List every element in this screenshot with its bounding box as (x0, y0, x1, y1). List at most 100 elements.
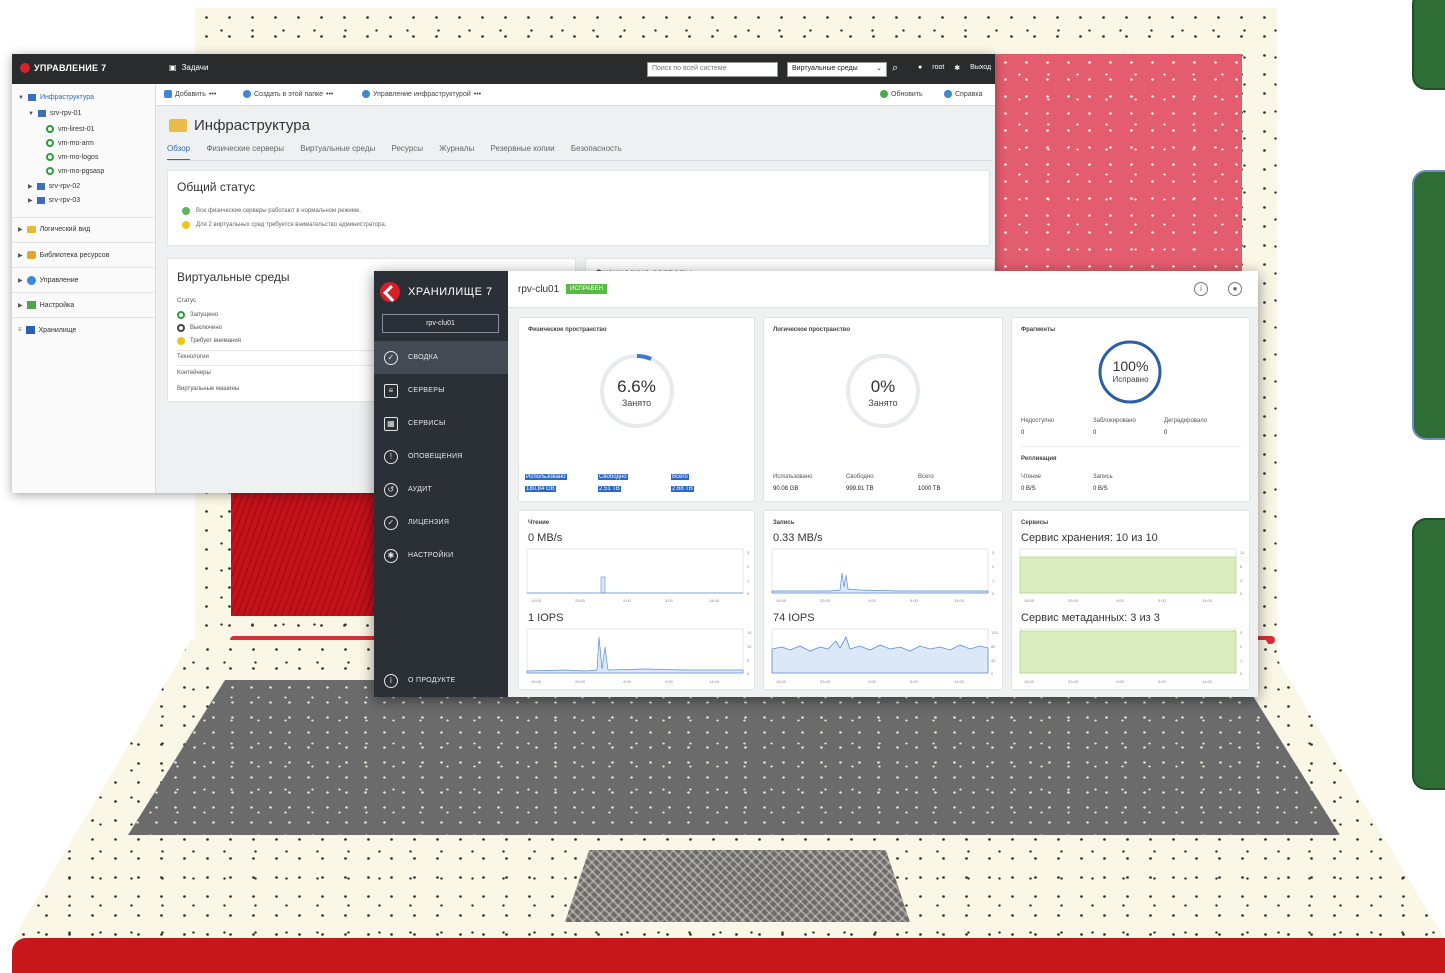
degraded-value: 0 (1164, 430, 1168, 436)
refresh-button[interactable]: Обновить (880, 90, 923, 98)
status-row[interactable]: Требует внимания (177, 337, 241, 345)
help-button[interactable]: Справка (944, 90, 982, 98)
nav-about[interactable]: i О ПРОДУКТЕ (374, 664, 508, 697)
warning-status-icon (182, 221, 190, 229)
logout-link[interactable]: Выход (970, 64, 991, 72)
search-icon[interactable]: ⌕ (892, 62, 898, 75)
chevron-right-icon[interactable]: ▶ (28, 197, 33, 204)
tree-item-server[interactable]: ▼ srv-rpv-01 (28, 110, 81, 117)
panel-title: Физическое пространство (528, 327, 607, 333)
total-value: 2.68 TB (671, 486, 694, 492)
storage-brand[interactable]: ХРАНИЛИЩЕ 7 (380, 282, 493, 302)
tree-item-server[interactable]: ▶ srv-rpv-02 (28, 183, 80, 190)
running-icon (177, 311, 185, 319)
tree-item-settings[interactable]: ▶ Настройка (18, 301, 74, 309)
tech-row[interactable]: Виртуальные машины (177, 386, 239, 392)
chevron-right-icon[interactable]: ▶ (18, 277, 23, 284)
tab-virtual-envs[interactable]: Виртуальные среды (300, 144, 375, 153)
global-search-input[interactable]: Поиск по всей системе (647, 62, 778, 77)
y-tick: 5 (747, 658, 750, 663)
blocked-value: 0 (1093, 430, 1097, 436)
infrastructure-icon (27, 94, 36, 101)
tree-item-storage[interactable]: ≡ Хранилище (18, 326, 76, 334)
chevron-down-icon[interactable]: ▼ (28, 111, 34, 117)
tree-item-vm[interactable]: vm-lirest-01 (46, 125, 95, 133)
y-tick: 80 (991, 644, 996, 649)
tab-physical-servers[interactable]: Физические серверы (206, 144, 284, 153)
refresh-icon (880, 90, 888, 98)
cluster-select[interactable]: rpv-clu01 (382, 314, 499, 333)
nav-license[interactable]: ✓ ЛИЦЕНЗИЯ (374, 506, 508, 539)
tree-item-vm[interactable]: vm-mo-logos (46, 153, 98, 161)
y-tick: 4 (1240, 578, 1243, 583)
tree-item-infrastructure[interactable]: ▼ Инфраструктура (18, 94, 94, 101)
tree-item-vm[interactable]: vm-mo-pgsasp (46, 167, 104, 175)
free-label: Свободно (846, 474, 874, 480)
nav-settings[interactable]: ✱ НАСТРОЙКИ (374, 539, 508, 572)
tasks-button[interactable]: ▣ Задачи (169, 63, 208, 72)
tree-item-resource-library[interactable]: ▶ Библиотека ресурсов (18, 251, 109, 259)
chevron-right-icon[interactable]: ▶ (18, 252, 23, 259)
write-iops: 74 IOPS (773, 612, 815, 624)
x-tick: 19:00 (776, 598, 787, 603)
chevron-right-icon[interactable]: ▶ (18, 302, 23, 309)
panel-title: Сервисы (1021, 520, 1049, 526)
info-icon[interactable]: i (1194, 282, 1208, 296)
tree-label: vm-mo-pgsasp (58, 167, 105, 175)
chevron-right-icon[interactable]: ▶ (18, 226, 23, 233)
tree-item-management[interactable]: ▶ Управление (18, 276, 79, 285)
infra-brand[interactable]: УПРАВЛЕНИЕ 7 (20, 63, 106, 73)
license-icon: ✓ (384, 515, 398, 530)
tree-item-logical-view[interactable]: ▶ Логический вид (18, 226, 90, 233)
status-row[interactable]: Запущено (177, 311, 218, 319)
logo-icon (380, 282, 400, 302)
manage-infra-button[interactable]: Управление инфраструктурой ••• (362, 90, 481, 98)
x-tick: 3:00 (665, 598, 674, 603)
storage-window: ХРАНИЛИЩЕ 7 rpv-clu01 ✓ СВОДКА ≡ СЕРВЕРЫ… (374, 271, 1258, 697)
laptop-keyboard-decoration (128, 680, 1340, 835)
account-icon[interactable]: ● (1228, 282, 1242, 296)
tab-backups[interactable]: Резервные копии (490, 144, 554, 153)
replication-write-value: 0 B/S (1093, 486, 1108, 492)
chevron-right-icon[interactable]: ▶ (28, 183, 33, 190)
y-tick: 0 (992, 591, 995, 596)
nav-servers[interactable]: ≡ СЕРВЕРЫ (374, 374, 508, 407)
tree-label: Настройка (39, 301, 75, 309)
tree-item-server[interactable]: ▶ srv-rpv-03 (28, 197, 80, 204)
y-tick: 0 (1240, 671, 1243, 676)
x-tick: 19:00 (1024, 679, 1035, 684)
tech-row[interactable]: Контейнеры (177, 370, 211, 376)
write-panel: Запись 0.33 MB/s 3 2 1 0 19:00 23:00 4:0… (763, 510, 1003, 690)
status-row[interactable]: Выключено (177, 324, 222, 332)
gear-icon[interactable]: ✱ (954, 64, 960, 72)
tree-item-vm[interactable]: vm-mo-arm (46, 139, 94, 147)
nav-audit[interactable]: ↺ АУДИТ (374, 473, 508, 506)
laptop-touchpad-decoration (565, 850, 910, 922)
status-line: Для 2 виртуальных сред требуется внимате… (182, 221, 386, 229)
tab-overview[interactable]: Обзор (167, 144, 191, 161)
env-select[interactable]: Виртуальные среды ⌄ (787, 62, 887, 77)
nav-summary[interactable]: ✓ СВОДКА (374, 341, 508, 374)
y-tick: 0 (747, 671, 750, 676)
cluster-name: rpv-clu01 (518, 284, 560, 295)
tab-resources[interactable]: Ресурсы (391, 144, 423, 153)
user-menu[interactable]: ● root ✱ Выход (918, 64, 991, 72)
nav-alerts[interactable]: ! ОПОВЕЩЕНИЯ (374, 440, 508, 473)
card-title: Виртуальные среды (177, 270, 290, 284)
metadata-service-chart: 3 2 1 0 19:00 23:00 4:00 3:00 14:00 (1019, 628, 1243, 684)
stat-label: Всего (671, 474, 689, 480)
divider (12, 242, 156, 243)
free-value: 2.51 TB (598, 486, 621, 492)
nav-services[interactable]: ▦ СЕРВИСЫ (374, 407, 508, 440)
tab-logs[interactable]: Журналы (439, 144, 474, 153)
dashboard-icon: ✓ (384, 350, 398, 365)
add-button[interactable]: Добавить ••• (164, 90, 216, 98)
tree-label: vm-mo-logos (58, 153, 99, 161)
overall-status-card: Общий статус Все физические серверы рабо… (167, 170, 990, 246)
expand-icon[interactable]: ≡ (18, 327, 22, 333)
tab-security[interactable]: Безопасность (571, 144, 622, 153)
create-in-folder-button[interactable]: Создать в этой папке ••• (243, 90, 333, 98)
more-icon: ••• (326, 90, 334, 98)
infra-toolbar: Добавить ••• Создать в этой папке ••• Уп… (156, 84, 995, 106)
chevron-down-icon[interactable]: ▼ (18, 95, 24, 101)
